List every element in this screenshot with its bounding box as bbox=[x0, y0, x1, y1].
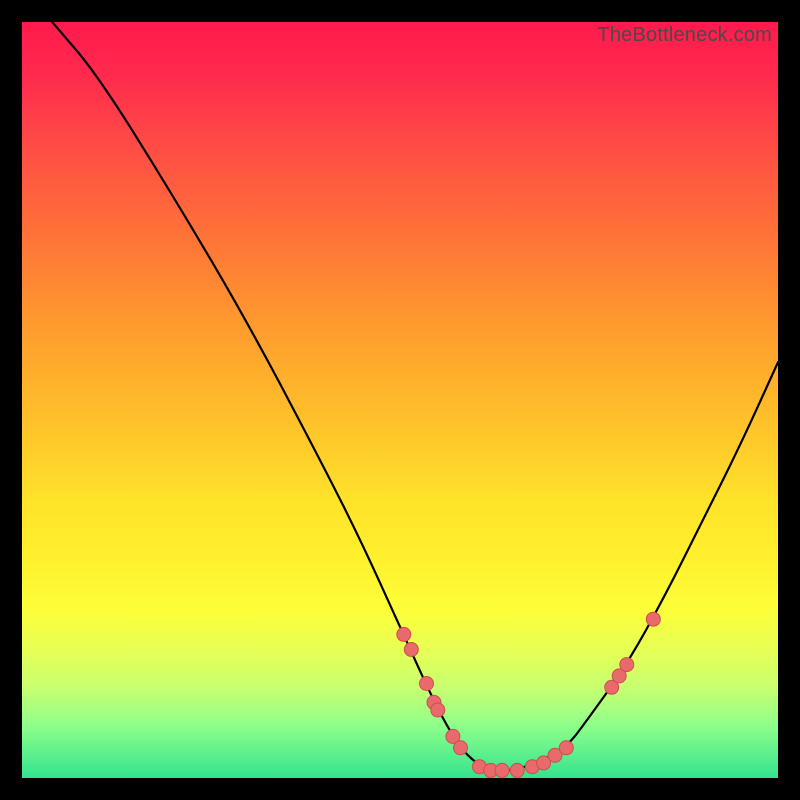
data-point bbox=[559, 741, 573, 755]
data-point bbox=[404, 643, 418, 657]
data-point bbox=[431, 703, 445, 717]
chart-svg bbox=[22, 22, 778, 778]
bottleneck-curve bbox=[52, 22, 778, 770]
chart-area: TheBottleneck.com bbox=[22, 22, 778, 778]
data-points-group bbox=[397, 612, 661, 777]
data-point bbox=[420, 677, 434, 691]
data-point bbox=[454, 741, 468, 755]
data-point bbox=[646, 612, 660, 626]
data-point bbox=[510, 763, 524, 777]
data-point bbox=[495, 763, 509, 777]
data-point bbox=[620, 658, 634, 672]
data-point bbox=[397, 627, 411, 641]
